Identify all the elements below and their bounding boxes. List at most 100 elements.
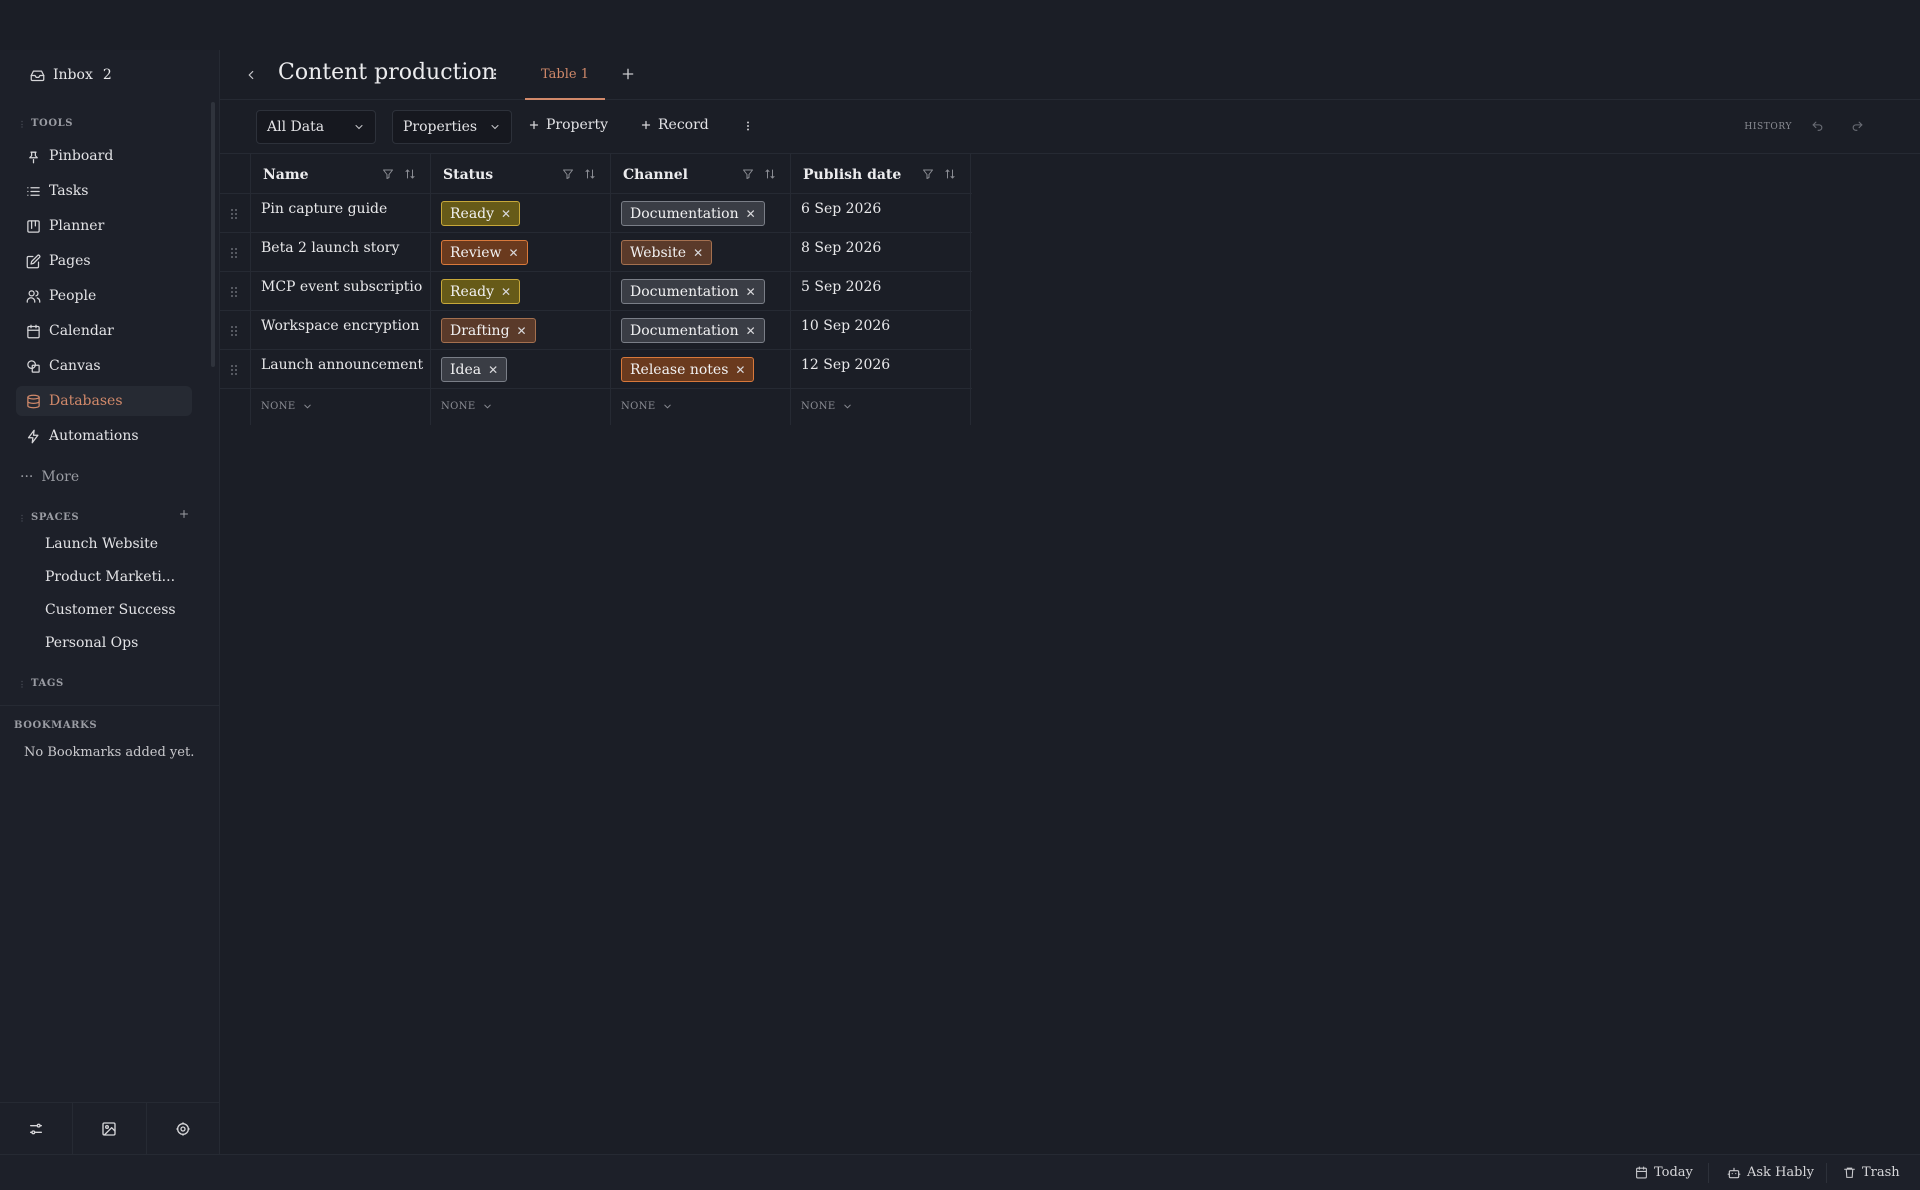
filter-icon[interactable]	[742, 168, 754, 180]
column-header-publish-date[interactable]: Publish date	[791, 154, 971, 193]
toolbar-menu-button[interactable]	[742, 120, 754, 132]
space-item[interactable]: Personal Ops	[45, 635, 138, 651]
inbox-link[interactable]: Inbox 2	[30, 64, 112, 86]
status-cell[interactable]: Idea ✕	[431, 350, 611, 388]
chevron-down-icon	[483, 404, 491, 409]
filter-icon[interactable]	[562, 168, 574, 180]
summary-cell-status[interactable]: NONE	[431, 389, 611, 425]
drag-cell	[220, 272, 251, 310]
summary-cell-name[interactable]: NONE	[251, 389, 431, 425]
sort-icon[interactable]	[404, 168, 416, 180]
drag-handle-icon[interactable]	[230, 364, 238, 376]
trash-button[interactable]: Trash	[1843, 1165, 1900, 1180]
column-header-name[interactable]: Name	[251, 154, 431, 193]
sidebar-item-canvas[interactable]: Canvas	[16, 351, 192, 381]
space-item[interactable]: Launch Website	[45, 536, 158, 552]
name-cell[interactable]: MCP event subscriptions	[251, 272, 431, 310]
remove-icon[interactable]: ✕	[735, 363, 745, 377]
status-cell[interactable]: Ready ✕	[431, 194, 611, 232]
back-button[interactable]	[244, 68, 258, 82]
channel-cell[interactable]: Website ✕	[611, 233, 791, 271]
image-button[interactable]	[73, 1103, 147, 1154]
channel-cell[interactable]: Documentation ✕	[611, 272, 791, 310]
ask-hably-button[interactable]: Ask Hably	[1727, 1165, 1814, 1180]
remove-icon[interactable]: ✕	[693, 246, 703, 260]
table-row[interactable]: Launch announcement Idea ✕ Release notes ✕…	[220, 350, 972, 389]
add-space-icon[interactable]	[178, 508, 190, 520]
channel-badge: Documentation ✕	[621, 318, 765, 343]
date-cell[interactable]: 12 Sep 2026	[791, 350, 971, 388]
view-select[interactable]: All Data	[256, 110, 376, 144]
sidebar-item-pages[interactable]: Pages	[16, 246, 192, 276]
settings-button[interactable]	[147, 1103, 219, 1154]
grip-icon: ⋮	[18, 118, 26, 129]
sidebar-item-calendar[interactable]: Calendar	[16, 316, 192, 346]
space-item[interactable]: Product Marketi...	[45, 569, 175, 585]
chevron-down-icon	[843, 404, 851, 409]
tags-section-label[interactable]: ⋮ TAGS	[18, 678, 64, 689]
summary-cell-channel[interactable]: NONE	[611, 389, 791, 425]
filter-icon[interactable]	[922, 168, 934, 180]
today-button[interactable]: Today	[1635, 1165, 1693, 1180]
column-header-channel[interactable]: Channel	[611, 154, 791, 193]
remove-icon[interactable]: ✕	[746, 207, 756, 221]
column-header-status[interactable]: Status	[431, 154, 611, 193]
history-label[interactable]: HISTORY	[1744, 122, 1792, 132]
drag-handle-icon[interactable]	[230, 286, 238, 298]
top-bar	[0, 0, 1920, 50]
sort-icon[interactable]	[944, 168, 956, 180]
drag-handle-icon[interactable]	[230, 208, 238, 220]
remove-icon[interactable]: ✕	[501, 207, 511, 221]
drag-handle-icon[interactable]	[230, 325, 238, 337]
tab-table-1[interactable]: Table 1	[525, 50, 605, 100]
drag-handle-icon[interactable]	[230, 247, 238, 259]
status-cell[interactable]: Drafting ✕	[431, 311, 611, 349]
date-cell[interactable]: 5 Sep 2026	[791, 272, 971, 310]
sidebar-item-automations[interactable]: Automations	[16, 421, 192, 451]
channel-cell[interactable]: Documentation ✕	[611, 194, 791, 232]
name-cell[interactable]: Pin capture guide	[251, 194, 431, 232]
sidebar-item-tasks[interactable]: Tasks	[16, 176, 192, 206]
remove-icon[interactable]: ✕	[508, 246, 518, 260]
remove-icon[interactable]: ✕	[488, 363, 498, 377]
sidebar-item-pinboard[interactable]: Pinboard	[16, 141, 192, 171]
space-item[interactable]: Customer Success	[45, 602, 176, 618]
channel-cell[interactable]: Release notes ✕	[611, 350, 791, 388]
name-cell[interactable]: Workspace encryption ...	[251, 311, 431, 349]
sort-icon[interactable]	[764, 168, 776, 180]
status-cell[interactable]: Ready ✕	[431, 272, 611, 310]
undo-button[interactable]	[1811, 120, 1824, 133]
filter-icon[interactable]	[382, 168, 394, 180]
add-tab-button[interactable]	[620, 66, 636, 82]
date-cell[interactable]: 8 Sep 2026	[791, 233, 971, 271]
table-row[interactable]: Beta 2 launch story Review ✕ Website ✕ 8 S…	[220, 233, 972, 272]
sidebar-item-planner[interactable]: Planner	[16, 211, 192, 241]
remove-icon[interactable]: ✕	[517, 324, 527, 338]
sidebar-item-databases[interactable]: Databases	[16, 386, 192, 416]
name-cell[interactable]: Beta 2 launch story	[251, 233, 431, 271]
sliders-button[interactable]	[0, 1103, 74, 1154]
sort-icon[interactable]	[584, 168, 596, 180]
remove-icon[interactable]: ✕	[746, 324, 756, 338]
redo-button[interactable]	[1851, 120, 1864, 133]
add-property-button[interactable]: Property	[528, 117, 608, 133]
name-cell[interactable]: Launch announcement	[251, 350, 431, 388]
title-menu-button[interactable]	[488, 67, 502, 81]
remove-icon[interactable]: ✕	[746, 285, 756, 299]
inbox-icon	[30, 70, 45, 81]
table-row[interactable]: Workspace encryption ... Drafting ✕ Docum…	[220, 311, 972, 350]
sidebar-scrollbar[interactable]	[211, 102, 215, 367]
sidebar-more[interactable]: ··· More	[10, 462, 186, 492]
properties-select[interactable]: Properties	[392, 110, 512, 144]
table-summary-row: NONE NONE NONE NONE	[220, 389, 972, 425]
date-cell[interactable]: 10 Sep 2026	[791, 311, 971, 349]
status-cell[interactable]: Review ✕	[431, 233, 611, 271]
add-record-button[interactable]: Record	[640, 117, 709, 133]
summary-cell-date[interactable]: NONE	[791, 389, 971, 425]
table-row[interactable]: Pin capture guide Ready ✕ Documentation ✕ …	[220, 194, 972, 233]
sidebar-item-people[interactable]: People	[16, 281, 192, 311]
channel-cell[interactable]: Documentation ✕	[611, 311, 791, 349]
table-row[interactable]: MCP event subscriptions Ready ✕ Documenta…	[220, 272, 972, 311]
remove-icon[interactable]: ✕	[501, 285, 511, 299]
date-cell[interactable]: 6 Sep 2026	[791, 194, 971, 232]
